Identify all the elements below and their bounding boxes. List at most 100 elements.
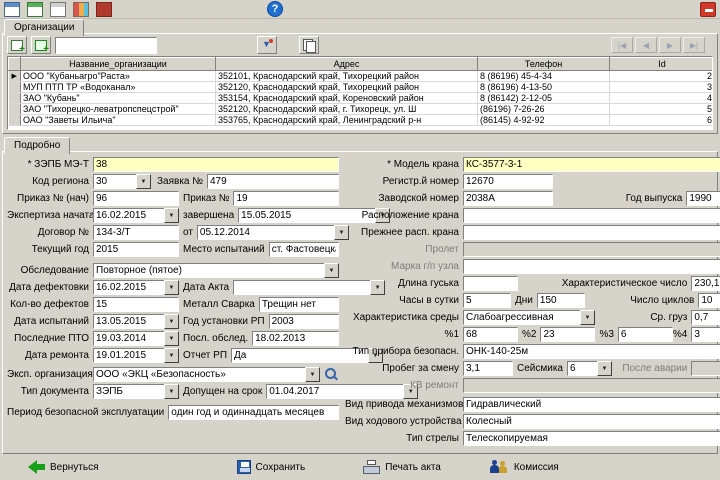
dogovor-field[interactable] <box>93 225 179 240</box>
cycles-field[interactable] <box>698 293 720 308</box>
cell-id[interactable]: 6 <box>609 114 712 126</box>
test-place-field[interactable] <box>268 242 339 257</box>
jib-length-field[interactable] <box>463 276 518 291</box>
test-date-field[interactable] <box>93 314 164 329</box>
repair-date-field[interactable] <box>93 348 164 363</box>
boom-type-field[interactable] <box>463 431 720 446</box>
serial-number-field[interactable] <box>463 191 553 206</box>
current-year-field[interactable] <box>93 242 179 257</box>
last-record-button[interactable]: ▶| <box>683 37 705 53</box>
cell-phone[interactable]: (86196) 7-26-26 <box>477 103 610 115</box>
cell-name[interactable]: ЗАО "Кубань" <box>20 92 216 104</box>
run-per-shift-field[interactable] <box>463 361 513 376</box>
exp-start-field[interactable] <box>93 208 164 223</box>
col-header-id[interactable]: Id <box>609 57 712 71</box>
chevron-down-icon[interactable]: ▼ <box>164 208 179 223</box>
zepb-field[interactable] <box>93 157 339 172</box>
p3-field[interactable] <box>617 327 673 342</box>
cell-id[interactable]: 5 <box>609 103 712 115</box>
search-icon[interactable] <box>323 367 339 382</box>
reg-number-field[interactable] <box>463 174 553 189</box>
table-icon[interactable] <box>4 1 20 17</box>
col-header-name[interactable]: Название_организации <box>20 57 216 71</box>
cell-address[interactable]: 353765, Краснодарский край, Ленинградски… <box>215 114 478 126</box>
avg-load-field[interactable] <box>691 310 720 325</box>
prikaz-field[interactable] <box>233 191 339 206</box>
cell-phone[interactable]: 8 (86196) 45-4-34 <box>477 70 610 82</box>
cell-phone[interactable]: 8 (86196) 4-13-50 <box>477 81 610 93</box>
tab-details[interactable]: Подробно <box>4 137 71 154</box>
add-table-icon[interactable] <box>27 1 43 17</box>
print-icon[interactable] <box>50 1 66 17</box>
table-row[interactable]: ЗАО "Кубань" 353154, Краснодарский край,… <box>8 92 712 104</box>
help-icon[interactable]: ? <box>267 1 283 17</box>
cell-phone[interactable]: 8 (86142) 2-12-05 <box>477 92 610 104</box>
p4-field[interactable] <box>691 327 720 342</box>
defect-count-field[interactable] <box>93 297 179 312</box>
cell-name[interactable]: ЗАО "Тихорецко-леватропспецстрой" <box>20 103 216 115</box>
chevron-down-icon[interactable]: ▼ <box>164 348 179 363</box>
copy-button[interactable] <box>299 36 319 54</box>
commission-button[interactable]: Комиссия <box>489 459 559 475</box>
days-field[interactable] <box>536 293 585 308</box>
insert-row-button[interactable]: + <box>31 36 51 54</box>
chevron-down-icon[interactable]: ▼ <box>164 280 179 295</box>
chevron-down-icon[interactable]: ▼ <box>164 384 179 399</box>
prev-record-button[interactable]: ◀ <box>635 37 657 53</box>
location-field[interactable] <box>463 208 720 223</box>
prev-location-field[interactable] <box>463 225 720 240</box>
hours-per-day-field[interactable] <box>463 293 511 308</box>
table-row[interactable]: ЗАО "Тихорецко-леватропспецстрой" 352120… <box>8 103 712 115</box>
drive-type-field[interactable] <box>463 397 720 412</box>
year-made-field[interactable] <box>686 191 720 206</box>
first-record-button[interactable]: |◀ <box>611 37 633 53</box>
char-number-field[interactable] <box>691 276 720 291</box>
chevron-down-icon[interactable]: ▼ <box>580 310 595 325</box>
metal-weld-field[interactable] <box>258 297 339 312</box>
doc-type-field[interactable] <box>93 384 164 399</box>
zayavka-field[interactable] <box>207 174 339 189</box>
cell-address[interactable]: 352120, Краснодарский край, г. Тихорецк,… <box>215 103 478 115</box>
inspection-field[interactable] <box>93 263 324 278</box>
col-header-phone[interactable]: Телефон <box>477 57 610 71</box>
chevron-down-icon[interactable]: ▼ <box>164 331 179 346</box>
cell-address[interactable]: 352120, Краснодарский край, Тихорецкий р… <box>215 81 478 93</box>
filter-button[interactable] <box>257 36 277 54</box>
region-code-field[interactable] <box>93 174 136 189</box>
cell-name[interactable]: ОАО "Заветы Ильича" <box>20 114 216 126</box>
exit-icon[interactable] <box>700 1 716 17</box>
table-row[interactable]: МУП ПТП ТР «Водоканал» 352120, Краснодар… <box>8 81 712 93</box>
tab-organizations[interactable]: Организации <box>4 19 85 36</box>
env-char-field[interactable] <box>463 310 580 325</box>
cell-address[interactable]: 352101, Краснодарский край, Тихорецкий р… <box>215 70 478 82</box>
back-button[interactable]: Вернуться <box>28 460 99 474</box>
safety-device-field[interactable] <box>463 344 720 359</box>
seismic-field[interactable] <box>567 361 597 376</box>
add-row-button[interactable]: + <box>7 36 27 54</box>
cell-id[interactable]: 4 <box>609 92 712 104</box>
crane-model-field[interactable] <box>463 157 720 172</box>
abacus-icon[interactable] <box>73 1 89 17</box>
cell-phone[interactable]: (86145) 4-92-92 <box>477 114 610 126</box>
cell-id[interactable]: 3 <box>609 81 712 93</box>
chevron-down-icon[interactable]: ▼ <box>597 361 612 376</box>
p1-field[interactable] <box>463 327 518 342</box>
print-act-button[interactable]: Печать акта <box>363 460 441 474</box>
last-pto-field[interactable] <box>93 331 164 346</box>
save-button[interactable]: Сохранить <box>236 460 305 474</box>
search-input[interactable] <box>55 36 157 54</box>
cell-id[interactable]: 2 <box>609 70 712 82</box>
chevron-down-icon[interactable]: ▼ <box>136 174 151 189</box>
col-header-address[interactable]: Адрес <box>215 57 478 71</box>
defect-date-field[interactable] <box>93 280 164 295</box>
book-icon[interactable] <box>96 1 112 17</box>
cell-address[interactable]: 353154, Краснодарский край, Кореновский … <box>215 92 478 104</box>
cell-name[interactable]: МУП ПТП ТР «Водоканал» <box>20 81 216 93</box>
hoist-unit-field[interactable] <box>463 259 720 274</box>
table-row[interactable]: ОАО "Заветы Ильича" 353765, Краснодарски… <box>8 114 712 126</box>
chassis-type-field[interactable] <box>463 414 720 429</box>
chevron-down-icon[interactable]: ▼ <box>324 263 339 278</box>
p2-field[interactable] <box>540 327 596 342</box>
chevron-down-icon[interactable]: ▼ <box>164 314 179 329</box>
last-survey-field[interactable] <box>252 331 339 346</box>
